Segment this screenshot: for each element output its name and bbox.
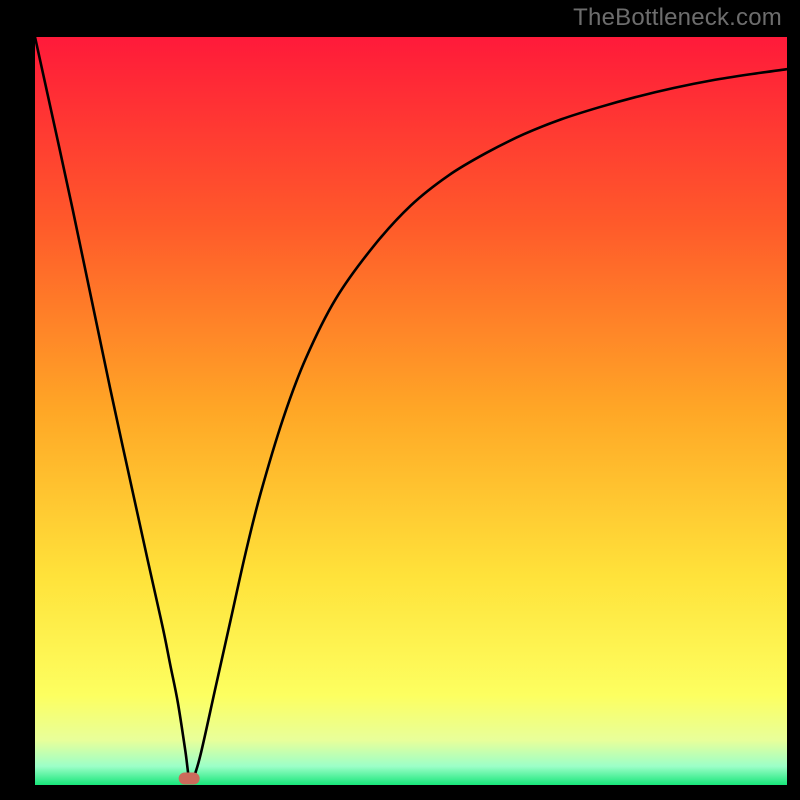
optimal-marker xyxy=(179,773,199,784)
chart-plot-area xyxy=(35,37,787,785)
bottleneck-chart: TheBottleneck.com xyxy=(0,0,800,800)
chart-svg xyxy=(0,0,800,800)
